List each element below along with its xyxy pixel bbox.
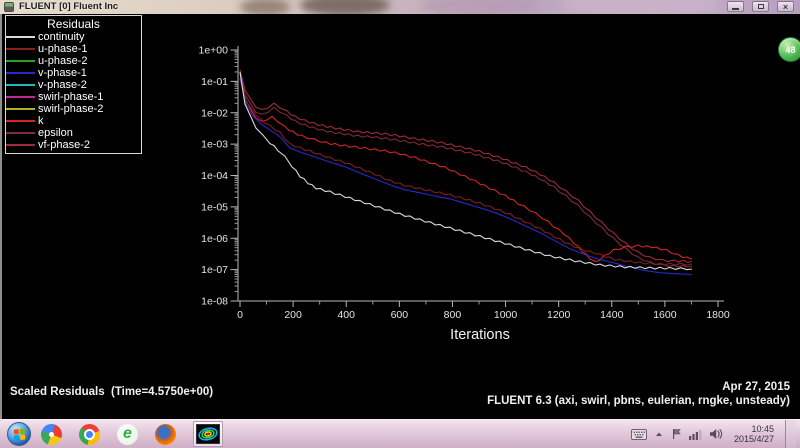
badge-value: 48 bbox=[785, 44, 796, 55]
minimize-icon bbox=[732, 7, 739, 10]
legend-item-epsilon: epsilon bbox=[6, 127, 141, 139]
input-method-icon[interactable] bbox=[630, 428, 647, 440]
legend-swatch bbox=[6, 84, 35, 86]
legend-label: k bbox=[38, 115, 44, 127]
series-epsilon bbox=[239, 70, 693, 268]
legend-swatch bbox=[6, 108, 35, 110]
legend-item-swirl-phase-1: swirl-phase-1 bbox=[6, 91, 141, 103]
series-u-phase-1 bbox=[239, 73, 693, 266]
x-tick-label: 0 bbox=[237, 309, 243, 321]
x-axis-title: Iterations bbox=[450, 327, 510, 343]
legend-swatch bbox=[6, 120, 35, 122]
restore-button[interactable] bbox=[752, 1, 769, 12]
firefox-icon[interactable] bbox=[155, 423, 176, 445]
legend-swatch bbox=[6, 96, 35, 98]
legend-item-v-phase-2: v-phase-2 bbox=[6, 79, 141, 91]
show-hidden-icons-chevron[interactable] bbox=[654, 429, 664, 439]
legend-label: swirl-phase-2 bbox=[38, 103, 104, 115]
x-tick-label: 1400 bbox=[600, 309, 624, 321]
y-tick-label: 1e-04 bbox=[201, 170, 228, 182]
start-button[interactable] bbox=[7, 422, 31, 446]
legend-item-swirl-phase-2: swirl-phase-2 bbox=[6, 103, 141, 115]
y-tick-label: 1e-03 bbox=[201, 139, 228, 151]
x-tick-label: 800 bbox=[444, 309, 462, 321]
wallpaper-blob bbox=[560, 0, 720, 14]
legend-swatch bbox=[6, 144, 35, 146]
legend-label: u-phase-2 bbox=[38, 55, 88, 67]
chrome-icon[interactable] bbox=[79, 423, 100, 445]
legend-label: continuity bbox=[38, 31, 85, 43]
series-continuity bbox=[239, 72, 693, 271]
solver-caption: Apr 27, 2015 FLUENT 6.3 (axi, swirl, pbn… bbox=[487, 380, 790, 408]
y-tick-label: 1e-01 bbox=[201, 76, 228, 88]
x-tick-label: 1800 bbox=[706, 309, 730, 321]
security-suite-icon[interactable] bbox=[41, 423, 62, 445]
legend-label: v-phase-1 bbox=[38, 67, 87, 79]
x-tick-label: 600 bbox=[391, 309, 409, 321]
window-controls: × bbox=[727, 1, 794, 12]
x-tick-label: 200 bbox=[284, 309, 302, 321]
legend-label: swirl-phase-1 bbox=[38, 91, 104, 103]
window-title: FLUENT [0] Fluent Inc bbox=[19, 1, 119, 12]
minimize-button[interactable] bbox=[727, 1, 744, 12]
wallpaper-blob bbox=[420, 0, 540, 14]
legend-label: u-phase-1 bbox=[38, 43, 88, 55]
windows-logo-icon bbox=[13, 428, 26, 441]
screen: { "window": { "title": "FLUENT [0] Fluen… bbox=[0, 0, 800, 448]
x-tick-label: 1600 bbox=[653, 309, 677, 321]
legend-rows: continuity u-phase-1 u-phase-2 v-phase-1 v-p… bbox=[6, 31, 141, 151]
x-tick-label: 1200 bbox=[547, 309, 571, 321]
legend-swatch bbox=[6, 36, 35, 38]
taskbar: e 10:45 2015/4/27 bbox=[0, 419, 800, 448]
wallpaper-blob bbox=[240, 0, 290, 14]
y-tick-label: 1e-06 bbox=[201, 233, 228, 245]
fluent-contour-icon bbox=[196, 424, 220, 444]
wallpaper-blob bbox=[300, 0, 390, 14]
legend-swatch bbox=[6, 132, 35, 134]
legend-label: v-phase-2 bbox=[38, 79, 87, 91]
close-button[interactable]: × bbox=[777, 1, 794, 12]
y-tick-label: 1e-08 bbox=[201, 296, 228, 308]
close-icon: × bbox=[782, 1, 789, 12]
legend-item-v-phase-1: v-phase-1 bbox=[6, 67, 141, 79]
legend-box: Residuals continuity u-phase-1 u-phase-2 v-… bbox=[5, 15, 142, 154]
legend-item-u-phase-1: u-phase-1 bbox=[6, 43, 141, 55]
y-tick-label: 1e-02 bbox=[201, 107, 228, 119]
legend-item-continuity: continuity bbox=[6, 31, 141, 43]
x-tick-label: 400 bbox=[337, 309, 355, 321]
network-signal-icon[interactable] bbox=[688, 429, 702, 440]
clock-date: 2015/4/27 bbox=[733, 434, 774, 444]
taskbar-clock[interactable]: 10:45 2015/4/27 bbox=[734, 424, 774, 444]
legend-item-k: k bbox=[6, 115, 141, 127]
legend-swatch bbox=[6, 72, 35, 74]
window-titlebar[interactable]: FLUENT [0] Fluent Inc × bbox=[0, 0, 800, 14]
legend-item-u-phase-2: u-phase-2 bbox=[6, 55, 141, 67]
legend-label: vf-phase-2 bbox=[38, 139, 90, 151]
y-tick-label: 1e-07 bbox=[201, 264, 228, 276]
system-tray: 10:45 2015/4/27 bbox=[630, 420, 800, 448]
y-tick-label: 1e-05 bbox=[201, 201, 228, 213]
caption-date: Apr 27, 2015 bbox=[722, 381, 790, 393]
clock-time: 10:45 bbox=[751, 424, 774, 434]
x-tick-label: 1000 bbox=[494, 309, 518, 321]
show-desktop-button[interactable] bbox=[785, 420, 796, 448]
plot-caption: Scaled Residuals (Time=4.5750e+00) bbox=[10, 386, 214, 398]
speedup-ball-badge[interactable]: 48 bbox=[778, 37, 800, 62]
legend-swatch bbox=[6, 48, 35, 50]
legend-title: Residuals bbox=[47, 17, 100, 31]
restore-icon bbox=[757, 4, 764, 9]
action-center-flag-icon[interactable] bbox=[671, 428, 682, 440]
browser-e-icon[interactable]: e bbox=[117, 423, 138, 445]
legend-swatch bbox=[6, 60, 35, 62]
volume-icon[interactable] bbox=[709, 428, 723, 440]
graphics-window: 1e+00 1e-01 1e-02 1e-03 1e-04 1e-05 1e-06 1e-07… bbox=[0, 14, 800, 420]
y-tick-label: 1e+00 bbox=[199, 45, 229, 57]
caption-solver: FLUENT 6.3 (axi, swirl, pbns, eulerian, … bbox=[487, 395, 790, 407]
fluent-app-icon bbox=[4, 2, 14, 12]
legend-item-vf-phase-2: vf-phase-2 bbox=[6, 139, 141, 151]
taskbar-fluent-button[interactable] bbox=[193, 421, 223, 447]
legend-label: epsilon bbox=[38, 127, 73, 139]
